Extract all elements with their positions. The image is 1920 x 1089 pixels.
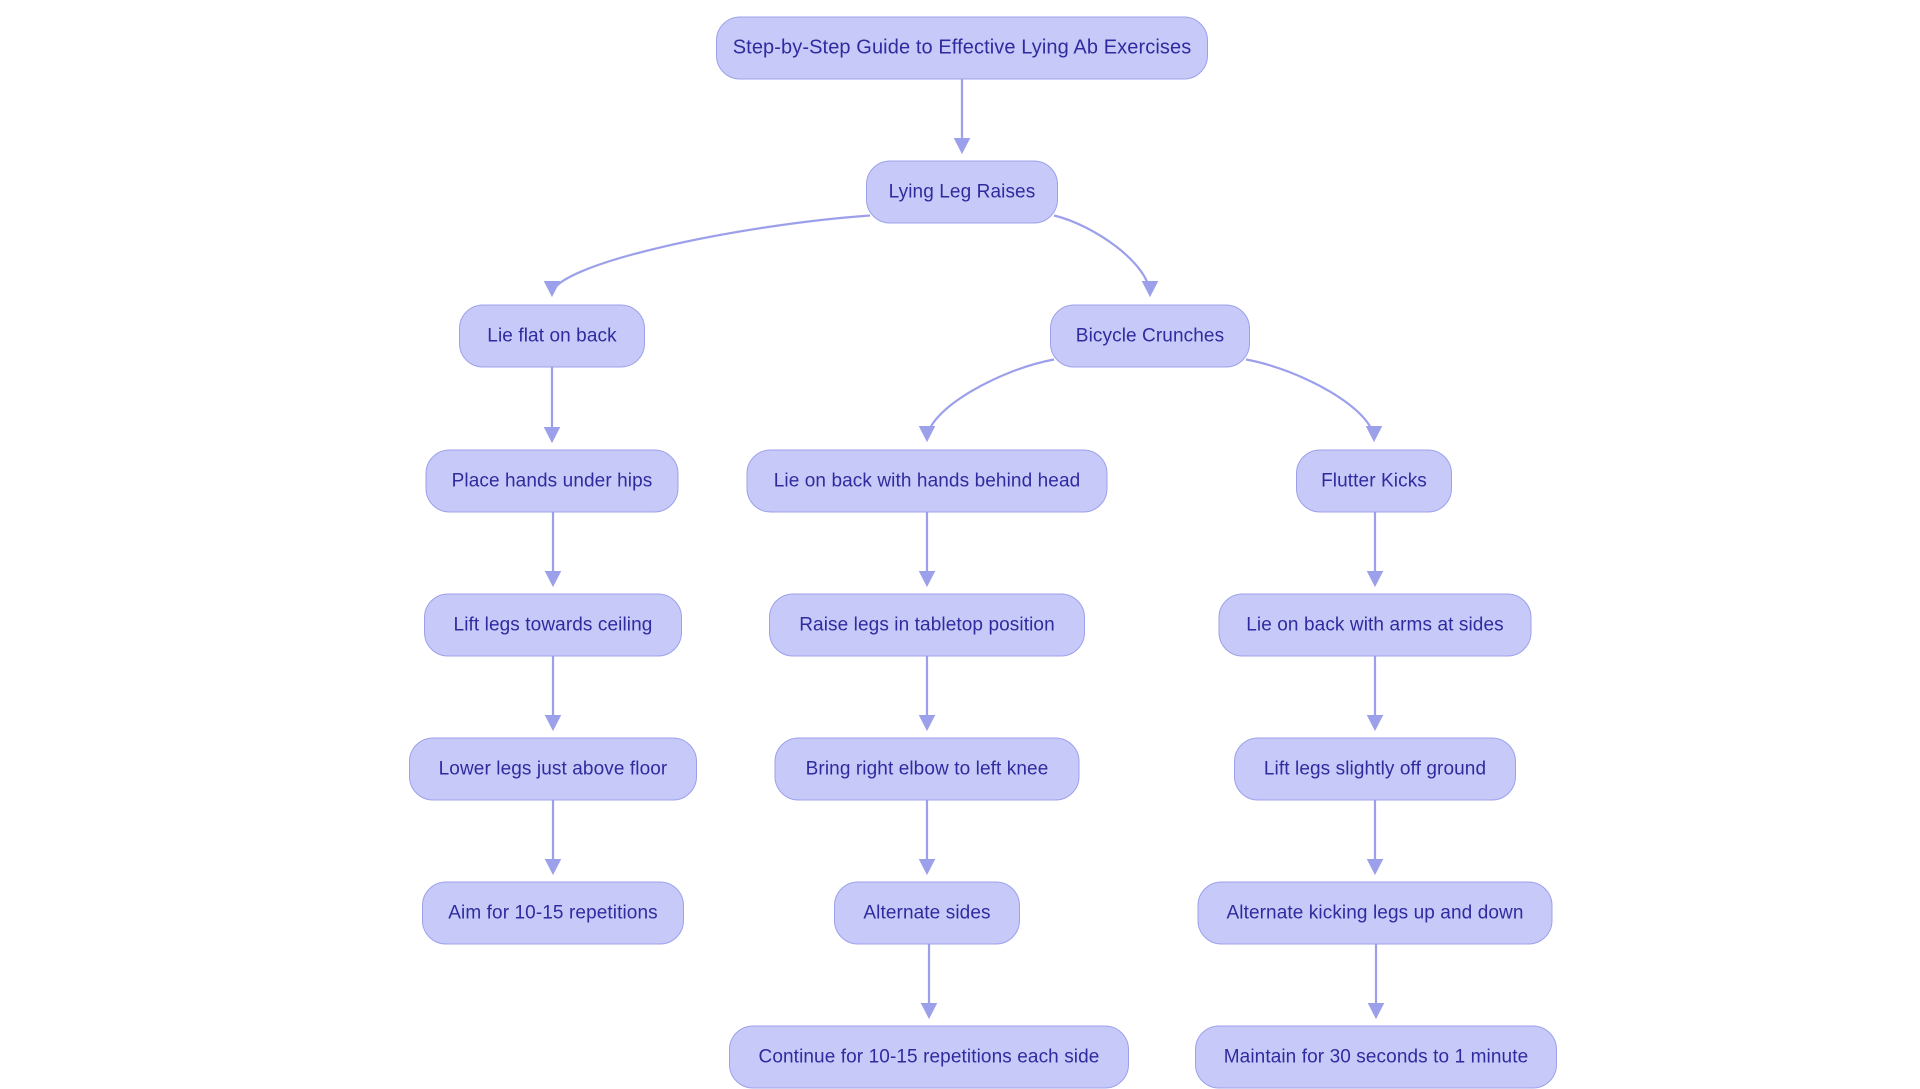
flowchart-node-label: Raise legs in tabletop position [799,614,1055,636]
flowchart-edge [1245,358,1383,443]
flowchart-node: Lift legs towards ceiling [424,593,682,657]
flowchart-node-label: Bicycle Crunches [1075,325,1225,347]
flowchart-node: Lie on back with hands behind head [746,449,1108,513]
flowchart-node: Lie flat on back [459,304,645,368]
flowchart-node-label: Lift legs slightly off ground [1263,758,1487,780]
flowchart-node-label: Lie on back with hands behind head [773,470,1081,492]
flowchart-node: Lower legs just above floor [409,737,697,801]
flowchart-node-label: Lying Leg Raises [888,181,1036,203]
flowchart-node: Lift legs slightly off ground [1234,737,1516,801]
flowchart-node-label: Maintain for 30 seconds to 1 minute [1223,1046,1529,1068]
flowchart-edge [918,358,1055,443]
flowchart-node-label: Lift legs towards ceiling [453,614,653,636]
flowchart-node-label: Aim for 10-15 repetitions [448,902,658,924]
flowchart-node: Alternate kicking legs up and down [1197,881,1553,945]
flowchart-edge [1053,214,1159,298]
flowchart-node-label: Continue for 10-15 repetitions each side [758,1046,1100,1068]
flowchart-node-label: Flutter Kicks [1321,470,1427,492]
flowchart-node: Aim for 10-15 repetitions [422,881,684,945]
flowchart-node: Step-by-Step Guide to Effective Lying Ab… [716,16,1208,80]
flowchart-node: Continue for 10-15 repetitions each side [729,1025,1129,1089]
flowchart-canvas: Step-by-Step Guide to Effective Lying Ab… [0,0,1920,1089]
flowchart-node-label: Lie flat on back [487,325,617,347]
flowchart-node: Flutter Kicks [1296,449,1452,513]
flowchart-edge [543,214,871,298]
flowchart-node: Lying Leg Raises [866,160,1058,224]
flowchart-node-label: Alternate sides [863,902,991,924]
flowchart-node-label: Alternate kicking legs up and down [1226,902,1524,924]
flowchart-node: Lie on back with arms at sides [1218,593,1532,657]
flowchart-node: Place hands under hips [425,449,679,513]
flowchart-node-label: Bring right elbow to left knee [805,758,1049,780]
flowchart-node-label: Lie on back with arms at sides [1246,614,1504,636]
flowchart-node-label: Place hands under hips [451,470,653,492]
flowchart-node: Alternate sides [834,881,1020,945]
flowchart-node-label: Step-by-Step Guide to Effective Lying Ab… [732,36,1192,59]
flowchart-node: Bring right elbow to left knee [774,737,1080,801]
flowchart-node: Raise legs in tabletop position [769,593,1085,657]
flowchart-node: Maintain for 30 seconds to 1 minute [1195,1025,1557,1089]
flowchart-node: Bicycle Crunches [1050,304,1250,368]
flowchart-node-label: Lower legs just above floor [438,758,668,780]
